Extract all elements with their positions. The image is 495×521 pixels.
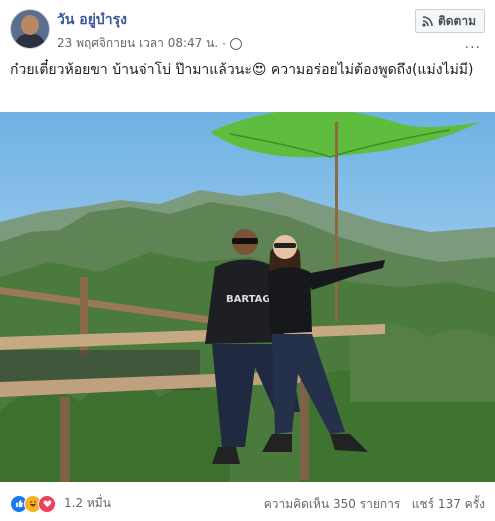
post-footer: 1.2 หมื่น ความคิดเห็น 350 รายการ แชร์ 13…: [0, 484, 495, 521]
shares-count[interactable]: แชร์ 137 ครั้ง: [412, 497, 485, 511]
reaction-count[interactable]: 1.2 หมื่น: [64, 494, 111, 513]
rss-follow-icon: [422, 15, 433, 27]
post-caption: ก๋วยเตี๋ยวห้อยขา บ้านจ่าโบ่ ป๊ามาแล้วนะ😍…: [10, 62, 474, 78]
comments-count[interactable]: ความคิดเห็น 350 รายการ: [264, 497, 401, 511]
globe-icon: [229, 37, 242, 50]
follow-label: ติดตาม: [437, 13, 476, 28]
post-date[interactable]: 23 พฤศจิกายน เวลา 08:47 น.: [57, 34, 218, 53]
author-avatar[interactable]: [10, 9, 50, 49]
author-name[interactable]: วัน อยู่บำรุง: [57, 9, 127, 31]
more-options-icon[interactable]: ...: [465, 36, 481, 52]
follow-button[interactable]: ติดตาม: [414, 9, 485, 33]
post-photo[interactable]: BARTAG: [0, 112, 495, 482]
reactions-summary[interactable]: 1.2 หมื่น: [10, 494, 111, 513]
post-header: วัน อยู่บำรุง 23 พฤศจิกายน เวลา 08:47 น.…: [0, 0, 495, 52]
photo-illustration: BARTAG: [0, 112, 495, 482]
love-icon: [38, 494, 56, 513]
engagement-stats: ความคิดเห็น 350 รายการ แชร์ 137 ครั้ง: [264, 495, 485, 514]
post-meta: 23 พฤศจิกายน เวลา 08:47 น. ·: [57, 34, 242, 53]
meta-separator: ·: [222, 36, 226, 51]
shirt-print: BARTAG: [226, 294, 271, 305]
